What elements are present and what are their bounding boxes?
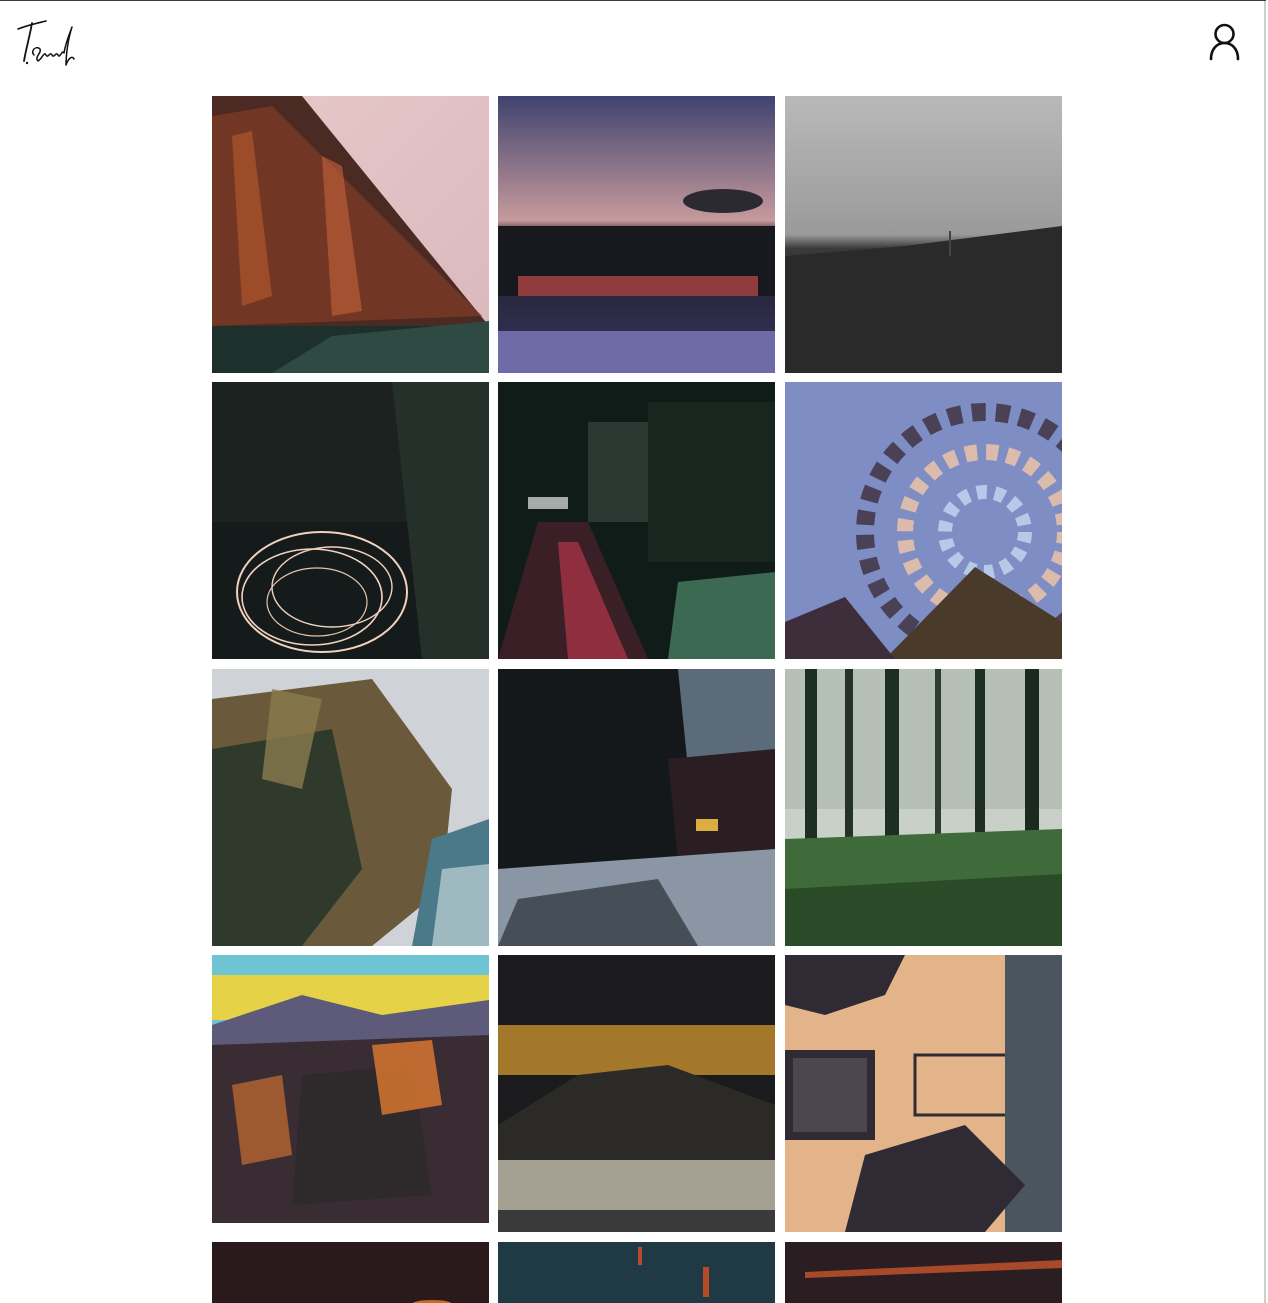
gallery-tile-15[interactable]	[785, 1242, 1062, 1303]
gallery-tile-9[interactable]	[785, 669, 1062, 946]
artwork-thumbnail	[785, 382, 1062, 659]
gallery-tile-11[interactable]	[498, 955, 775, 1232]
gallery-tile-5[interactable]	[498, 382, 775, 659]
gallery-tile-4[interactable]	[212, 382, 489, 659]
artwork-thumbnail	[785, 96, 1062, 373]
artwork-thumbnail	[498, 955, 775, 1232]
artwork-thumbnail	[212, 96, 489, 373]
gallery-tile-8[interactable]	[498, 669, 775, 946]
gallery-tile-2[interactable]	[498, 96, 775, 373]
artwork-thumbnail	[785, 955, 1062, 1232]
artwork-thumbnail	[212, 955, 489, 1223]
gallery-tile-1[interactable]	[212, 96, 489, 373]
artwork-thumbnail	[212, 382, 489, 659]
gallery-tile-3[interactable]	[785, 96, 1062, 373]
gallery-tile-12[interactable]	[785, 955, 1062, 1232]
artwork-thumbnail	[212, 669, 489, 946]
signature-logo-icon	[17, 20, 75, 66]
signature-logo[interactable]: T.Svenb	[14, 15, 78, 69]
artwork-thumbnail	[785, 1242, 1062, 1303]
account-button[interactable]: Account	[1204, 21, 1246, 63]
artwork-thumbnail	[785, 669, 1062, 946]
artwork-thumbnail	[212, 1242, 489, 1303]
artwork-thumbnail	[498, 669, 775, 946]
account-label: Account	[1246, 21, 1247, 22]
gallery-tile-7[interactable]	[212, 669, 489, 946]
artwork-thumbnail	[498, 382, 775, 659]
user-icon	[1209, 23, 1240, 61]
page: T.Svenb Account	[0, 0, 1266, 1303]
artwork-thumbnail	[498, 96, 775, 373]
logo-text: T.Svenb	[78, 15, 79, 16]
gallery-tile-14[interactable]	[498, 1242, 775, 1303]
window-edge	[1264, 1, 1266, 1303]
gallery-tile-6[interactable]	[785, 382, 1062, 659]
gallery-tile-13[interactable]	[212, 1242, 489, 1303]
gallery-tile-10[interactable]	[212, 955, 489, 1223]
artwork-thumbnail	[498, 1242, 775, 1303]
